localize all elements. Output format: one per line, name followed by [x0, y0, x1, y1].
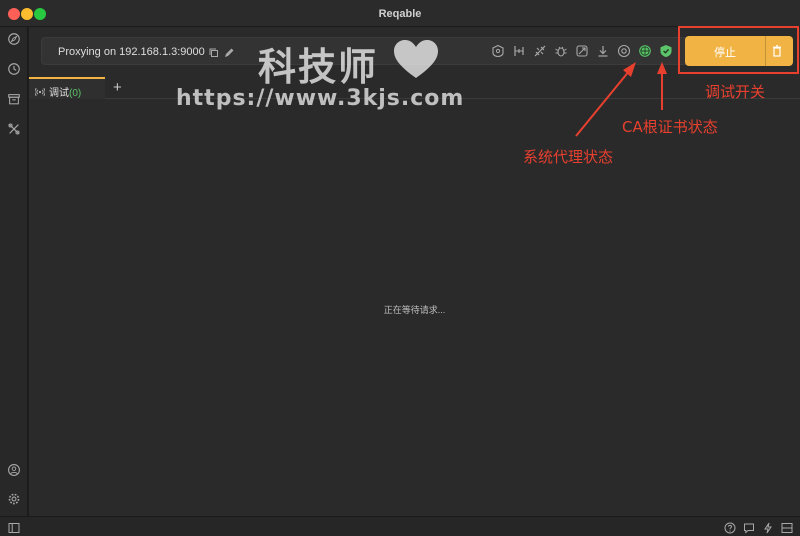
bug-icon[interactable]: [554, 44, 568, 58]
tab-debug-count: (0): [69, 88, 82, 99]
account-icon[interactable]: [6, 462, 22, 478]
ca-certificate-icon[interactable]: [659, 44, 673, 58]
lightning-icon[interactable]: [762, 521, 774, 534]
annotation-system-proxy: 系统代理状态: [523, 148, 614, 166]
waiting-message: 正在等待请求...: [383, 305, 446, 315]
proxy-status-text: Proxying on 192.168.1.3:9000: [58, 46, 205, 58]
sidebar: [0, 27, 28, 516]
watermark-url: https://www.3kjs.com: [176, 86, 465, 111]
edit-icon[interactable]: [223, 46, 235, 58]
archive-icon[interactable]: [6, 91, 22, 107]
system-proxy-icon[interactable]: [638, 44, 652, 58]
feedback-icon[interactable]: [743, 521, 755, 534]
compass-icon[interactable]: [6, 31, 22, 47]
signal-icon: [34, 84, 46, 97]
settings-icon[interactable]: [6, 491, 22, 507]
download-icon[interactable]: [596, 44, 610, 58]
add-tab-button[interactable]: +: [113, 79, 122, 96]
toggle-sidebar-icon[interactable]: [8, 521, 20, 533]
breakpoint-icon[interactable]: [491, 44, 505, 58]
tools-icon[interactable]: [6, 121, 22, 137]
throttle-icon[interactable]: [512, 44, 526, 58]
copy-icon[interactable]: [208, 46, 220, 58]
watermark-title: 科技师: [258, 45, 379, 89]
help-icon[interactable]: [724, 521, 736, 534]
debug-switch-highlight: [678, 26, 799, 74]
history-icon[interactable]: [6, 61, 22, 77]
heart-icon: [394, 40, 438, 78]
tab-debug[interactable]: 调试(0): [29, 77, 105, 99]
annotation-ca-status: CA根证书状态: [622, 118, 718, 136]
annotation-debug-switch: 调试开关: [705, 83, 766, 101]
speed-icon[interactable]: [617, 44, 631, 58]
block-icon[interactable]: [533, 44, 547, 58]
window-title: Reqable: [378, 8, 422, 20]
status-bar: [0, 516, 800, 536]
tab-debug-label: 调试: [49, 88, 69, 99]
rewrite-icon[interactable]: [575, 44, 589, 58]
layout-icon[interactable]: [781, 521, 793, 533]
title-bar: Reqable: [0, 0, 800, 27]
